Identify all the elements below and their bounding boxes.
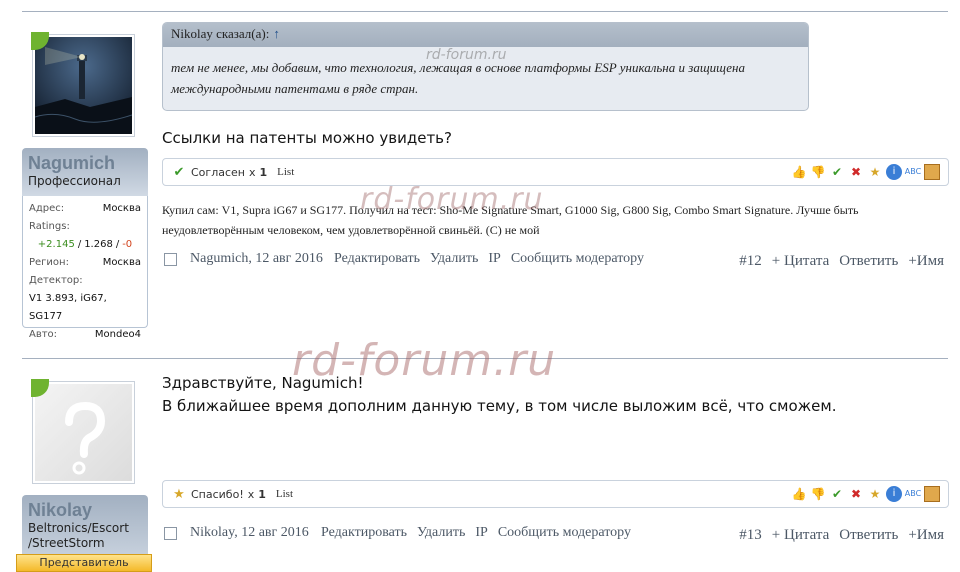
post-meta-author-date[interactable]: Nagumich, 12 авг 2016 <box>190 251 323 267</box>
info-row-detector-label: Детектор: <box>29 272 141 290</box>
post-message: Ссылки на патенты можно увидеть? <box>162 129 452 147</box>
quote-text: тем не менее, мы добавим, что технология… <box>171 60 745 96</box>
likes-list-link[interactable]: List <box>277 166 294 178</box>
lighthouse-avatar-image <box>34 37 133 134</box>
likes-label: Согласен <box>191 165 245 179</box>
info-row-auto: Авто: Mondeo4 <box>29 326 141 344</box>
user-info-box: Адрес: Москва Ratings: +2.145 / 1.268 / … <box>22 196 148 340</box>
post-separator <box>22 358 948 359</box>
default-avatar-question-icon <box>35 384 132 481</box>
post-right-links: #13 + Цитата Ответить +Имя <box>739 527 944 544</box>
agree-check-icon[interactable]: ✔ <box>829 164 845 180</box>
star-icon: ★ <box>173 486 185 502</box>
report-link[interactable]: Сообщить модератору <box>511 251 644 267</box>
post-number-link[interactable]: #13 <box>739 527 762 544</box>
info-row-ratings-label: Ratings: <box>29 218 141 236</box>
ip-link[interactable]: IP <box>488 251 500 267</box>
detector-value: V1 3.893, iG67, SG177 <box>29 293 107 322</box>
quote-button[interactable]: + Цитата <box>772 253 829 270</box>
post-action-links: Редактировать Удалить IP Сообщить модера… <box>334 251 644 267</box>
avatar[interactable] <box>32 381 135 484</box>
post-separator-top <box>22 11 948 12</box>
delete-link[interactable]: Удалить <box>430 251 478 267</box>
checkmark-icon: ✔ <box>173 164 185 180</box>
rating-negative: -0 <box>122 239 133 250</box>
post-message-line1: Здравствуйте, Nagumich! <box>162 374 364 392</box>
user-role-badge: Представитель <box>16 554 152 572</box>
post-footer: Nikolay, 12 авг 2016 Редактировать Удали… <box>164 525 948 547</box>
thumbs-up-icon[interactable]: 👍 <box>791 164 807 180</box>
info-row-address: Адрес: Москва <box>29 200 141 218</box>
info-label: Ratings: <box>29 221 70 232</box>
user-namebox: Nagumich Профессионал <box>22 148 148 196</box>
post-footer: Nagumich, 12 авг 2016 Редактировать Удал… <box>164 251 948 273</box>
post-meta-author-date[interactable]: Nikolay, 12 авг 2016 <box>190 525 309 541</box>
edit-link[interactable]: Редактировать <box>334 251 420 267</box>
star-icon[interactable]: ★ <box>867 164 883 180</box>
ip-link[interactable]: IP <box>475 525 487 541</box>
info-label: Регион: <box>29 257 69 268</box>
report-link[interactable]: Сообщить модератору <box>498 525 631 541</box>
delete-link[interactable]: Удалить <box>417 525 465 541</box>
likes-count: 1 <box>259 165 268 179</box>
agree-check-icon[interactable]: ✔ <box>829 486 845 502</box>
rating-separator: / <box>77 239 82 250</box>
post-action-links: Редактировать Удалить IP Сообщить модера… <box>321 525 631 541</box>
info-row-ratings-values: +2.145 / 1.268 / -0 <box>29 236 141 254</box>
rating-icons: 👍 👎 ✔ ✖ ★ i ABC <box>791 164 940 180</box>
user-signature: Купил сам: V1, Supra iG67 и SG177. Получ… <box>162 203 859 237</box>
rating-positive: +2.145 <box>37 239 75 250</box>
info-icon[interactable]: i <box>886 486 902 502</box>
user-title: Профессионал <box>28 174 121 188</box>
reply-button[interactable]: Ответить <box>839 253 898 270</box>
disagree-x-icon[interactable]: ✖ <box>848 164 864 180</box>
info-value: Москва <box>102 257 141 268</box>
quote-block: Nikolay сказал(а): ↑ тем не менее, мы доб… <box>162 22 809 111</box>
likes-count: 1 <box>258 487 266 501</box>
quote-jump-arrow-icon[interactable]: ↑ <box>273 26 280 41</box>
reply-button[interactable]: Ответить <box>839 527 898 544</box>
likes-list-link[interactable]: List <box>276 488 293 500</box>
quote-author: Nikolay сказал(а): <box>171 26 270 41</box>
rating-separator: / <box>115 239 120 250</box>
info-value: Москва <box>102 203 141 214</box>
quote-button[interactable]: + Цитата <box>772 527 829 544</box>
post-right-links: #12 + Цитата Ответить +Имя <box>739 253 944 270</box>
box-icon[interactable] <box>924 486 940 502</box>
disagree-x-icon[interactable]: ✖ <box>848 486 864 502</box>
insert-name-button[interactable]: +Имя <box>908 253 944 270</box>
spellcheck-icon[interactable]: ABC <box>905 486 921 502</box>
info-icon[interactable]: i <box>886 164 902 180</box>
thumbs-down-icon[interactable]: 👎 <box>810 164 826 180</box>
post-number-link[interactable]: #12 <box>739 253 762 270</box>
likes-bar: ✔ Согласен x 1 List 👍 👎 ✔ ✖ ★ i ABC <box>162 158 949 186</box>
likes-times: x <box>247 487 255 501</box>
info-row-region: Регион: Москва <box>29 254 141 272</box>
username[interactable]: Nagumich <box>28 152 142 174</box>
info-label: Адрес: <box>29 203 65 214</box>
edit-link[interactable]: Редактировать <box>321 525 407 541</box>
select-post-checkbox[interactable] <box>164 253 177 266</box>
info-label: Детектор: <box>29 275 83 286</box>
info-label: Авто: <box>29 329 58 340</box>
spellcheck-icon[interactable]: ABC <box>905 164 921 180</box>
username[interactable]: Nikolay <box>28 499 142 521</box>
thumbs-down-icon[interactable]: 👎 <box>810 486 826 502</box>
rating-total: 1.268 <box>84 239 113 250</box>
likes-bar: ★ Спасибо! x 1 List 👍 👎 ✔ ✖ ★ i ABC <box>162 480 949 508</box>
user-title: Beltronics/Escort /StreetStorm <box>28 521 129 550</box>
select-post-checkbox[interactable] <box>164 527 177 540</box>
post-message-line2: В ближайшее время дополним данную тему, … <box>162 397 837 415</box>
info-row-detector-value: V1 3.893, iG67, SG177 <box>29 290 141 326</box>
info-value: Mondeo4 <box>94 329 141 340</box>
avatar[interactable] <box>32 34 135 137</box>
quote-header: Nikolay сказал(а): ↑ <box>163 23 808 47</box>
box-icon[interactable] <box>924 164 940 180</box>
rating-icons: 👍 👎 ✔ ✖ ★ i ABC <box>791 486 940 502</box>
likes-label: Спасибо! <box>191 487 244 501</box>
insert-name-button[interactable]: +Имя <box>908 527 944 544</box>
thumbs-up-icon[interactable]: 👍 <box>791 486 807 502</box>
star-icon[interactable]: ★ <box>867 486 883 502</box>
likes-times: x <box>248 165 256 179</box>
